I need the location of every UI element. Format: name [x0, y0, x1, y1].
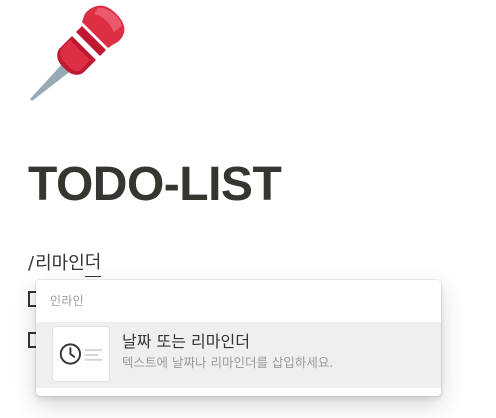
slash-command-input[interactable]: / 리마인 더 [28, 250, 102, 277]
command-query-composing-char: 더 [84, 250, 102, 277]
menu-item-description: 텍스트에 날짜나 리마인더를 삽입하세요. [122, 355, 334, 370]
section-label-inline: 인라인 [50, 294, 85, 308]
slash-character: / [28, 253, 35, 274]
page-icon[interactable] [26, 2, 130, 102]
menu-item-title: 날짜 또는 리마인더 [122, 332, 250, 351]
item-thumbnail [52, 326, 110, 382]
clock-icon [59, 343, 103, 365]
menu-item-date-or-reminder[interactable]: 날짜 또는 리마인더 텍스트에 날짜나 리마인더를 삽입하세요. [36, 322, 441, 388]
page-title[interactable]: TODO-LIST [28, 150, 282, 220]
pushpin-icon [30, 5, 125, 101]
command-query-text: 리마인 [35, 253, 85, 274]
command-menu-popup: 인라인 날짜 또는 리마인더 텍스트에 날짜나 리마인더를 삽입하세요. [36, 280, 441, 396]
